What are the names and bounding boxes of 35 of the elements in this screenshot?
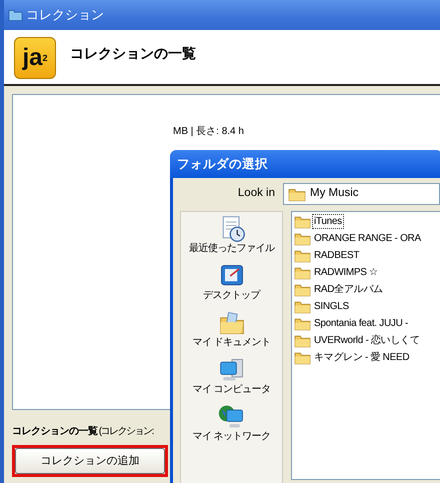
folder-icon [294,214,311,228]
collection-label: コレクションの一覧(コレクション: [12,424,153,439]
folder-item[interactable]: RADBEST [312,248,362,263]
folder-item[interactable]: RAD全アルバム [312,282,385,297]
place-item[interactable]: 最近使ったファイル [188,243,274,255]
folder-item[interactable]: RADWIMPS ☆ [312,265,380,280]
folder-item[interactable]: ORANGE RANGE - ORA [312,231,423,246]
folder-icon [294,248,311,262]
folder-item[interactable]: UVERworld - 恋いしくて [312,333,422,348]
folder-icon [294,334,311,348]
folder-icon [294,350,311,364]
place-item[interactable]: マイ コンピュータ [192,384,271,396]
look-in-dropdown[interactable]: My Music [283,183,440,205]
look-in-label: Look in [236,186,276,202]
add-collection-button[interactable]: コレクションの追加 [15,448,165,474]
dialog-title: フォルダの選択 [170,150,440,178]
place-item[interactable]: マイ ドキュメント [192,337,271,349]
folder-icon [294,316,311,330]
folder-icon [294,232,311,246]
header-title: コレクションの一覧 [70,44,196,63]
folder-icon [294,300,311,314]
folder-icon [288,186,306,202]
folder-icon [294,266,311,280]
info-text: MB | 長さ: 8.4 h [173,126,244,138]
folder-item[interactable]: iTunes [312,214,344,229]
place-item[interactable]: マイ ネットワーク [192,431,271,443]
app-logo: ja$^{2}$ [14,37,56,79]
place-item[interactable]: デスクトップ [203,290,260,302]
folder-icon [218,309,246,337]
folder-item[interactable]: SINGLS [312,299,351,314]
folder-icon [294,282,311,296]
window-title: コレクション [26,6,104,24]
folder-item[interactable]: Spontania feat. JUJU - [312,316,410,331]
folder-item[interactable]: キマグレン - 愛 NEED [312,350,412,365]
folder-icon [8,9,23,22]
